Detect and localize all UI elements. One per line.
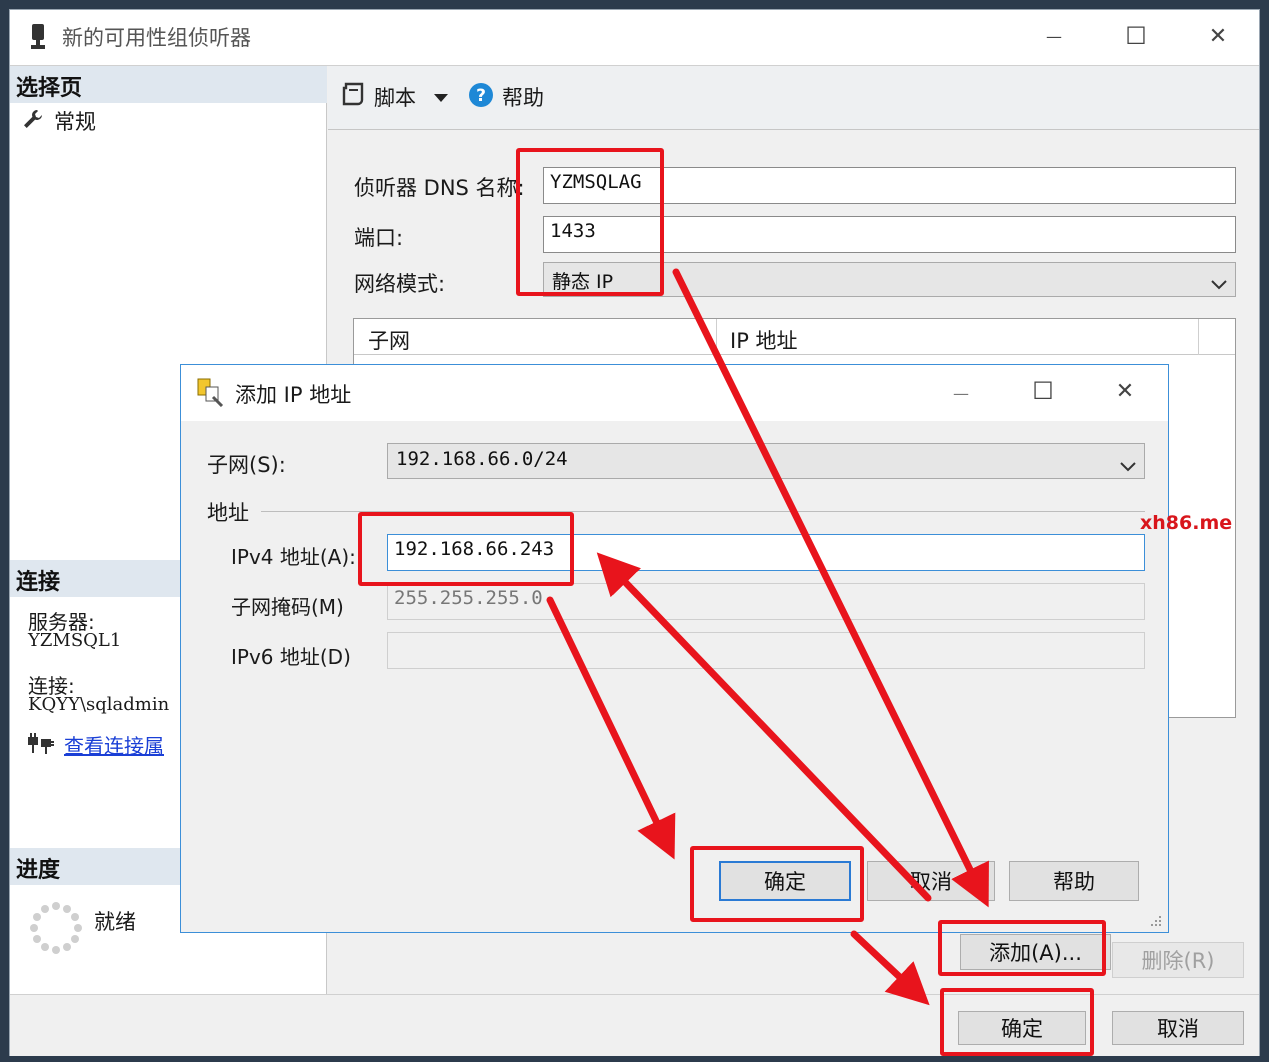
annotation-arrows [546, 268, 989, 1006]
